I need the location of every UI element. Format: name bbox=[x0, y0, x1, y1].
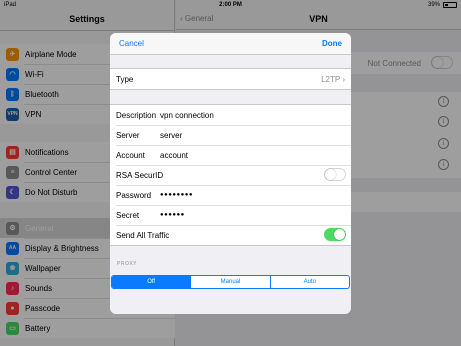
description-row: Description vpn connection bbox=[110, 105, 351, 125]
done-button[interactable]: Done bbox=[322, 39, 342, 48]
server-field[interactable]: server bbox=[160, 131, 182, 140]
send-all-traffic-toggle[interactable] bbox=[324, 228, 346, 241]
battery-status: 39% bbox=[428, 2, 457, 8]
proxy-option-manual[interactable]: Manual bbox=[190, 276, 269, 288]
send-all-traffic-label: Send All Traffic bbox=[116, 230, 170, 240]
status-bar: iPad 2:00 PM 39% bbox=[0, 0, 461, 10]
secret-row: Secret ●●●●●● bbox=[110, 205, 351, 225]
type-row[interactable]: Type L2TP › bbox=[110, 69, 351, 89]
password-row: Password ●●●●●●●● bbox=[110, 185, 351, 205]
rsa-securid-label: RSA SecurID bbox=[116, 170, 164, 180]
rsa-securid-row: RSA SecurID bbox=[110, 165, 351, 185]
server-label: Server bbox=[116, 130, 140, 140]
modal-navbar: Cancel Done bbox=[110, 33, 351, 55]
password-label: Password bbox=[116, 190, 152, 200]
proxy-segmented-control: Off Manual Auto bbox=[111, 275, 350, 289]
battery-percent: 39% bbox=[427, 2, 440, 8]
account-field[interactable]: account bbox=[160, 151, 188, 160]
cancel-button[interactable]: Cancel bbox=[119, 39, 144, 48]
server-row: Server server bbox=[110, 125, 351, 145]
description-label: Description bbox=[116, 110, 157, 120]
account-row: Account account bbox=[110, 145, 351, 165]
vpn-fields-group: Description vpn connection Server server… bbox=[110, 104, 351, 246]
proxy-option-auto[interactable]: Auto bbox=[269, 276, 349, 288]
add-vpn-modal: Cancel Done Type L2TP › Description vpn … bbox=[110, 33, 351, 314]
secret-field[interactable]: ●●●●●● bbox=[160, 212, 185, 218]
account-label: Account bbox=[116, 150, 145, 160]
secret-label: Secret bbox=[116, 210, 140, 220]
chevron-right-icon: › bbox=[342, 74, 345, 84]
send-all-traffic-row: Send All Traffic bbox=[110, 225, 351, 245]
rsa-securid-toggle[interactable] bbox=[324, 168, 346, 181]
proxy-section-header: PROXY bbox=[117, 261, 138, 267]
type-label: Type bbox=[116, 74, 134, 84]
proxy-option-off[interactable]: Off bbox=[112, 276, 191, 288]
description-field[interactable]: vpn connection bbox=[160, 111, 214, 120]
battery-level-icon bbox=[443, 2, 457, 8]
type-group: Type L2TP › bbox=[110, 68, 351, 90]
clock: 2:00 PM bbox=[219, 2, 242, 8]
password-field[interactable]: ●●●●●●●● bbox=[160, 192, 193, 198]
type-value: L2TP › bbox=[321, 74, 345, 84]
